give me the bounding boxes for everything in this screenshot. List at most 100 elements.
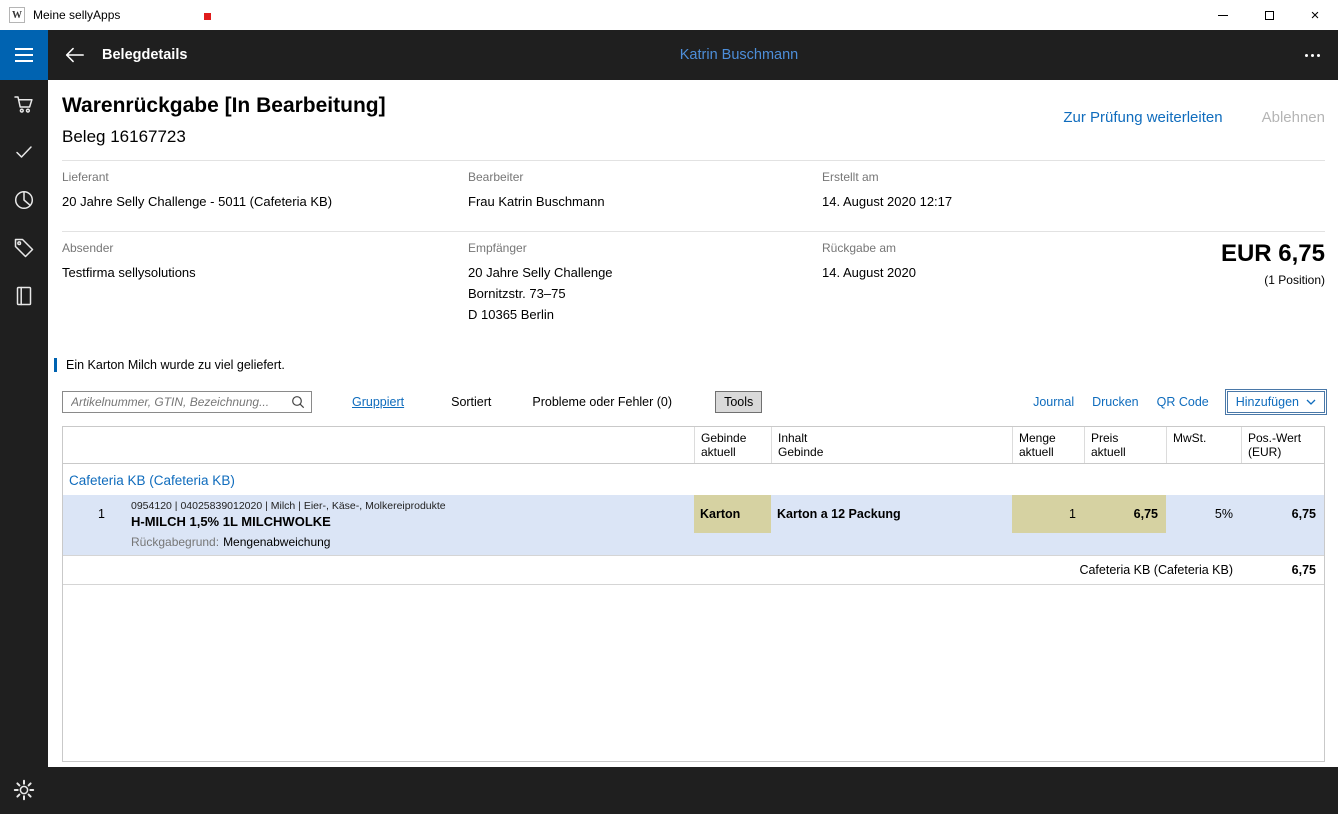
document-number: Beleg 16167723 [62,127,186,146]
gebinde-cell: Karton [694,495,771,533]
field-value: 20 Jahre Selly Challenge - 5011 (Cafeter… [62,194,333,209]
sidebar-item-approvals[interactable] [12,140,36,164]
field-lieferant: Lieferant 20 Jahre Selly Challenge - 501… [62,170,468,212]
add-label: Hinzufügen [1235,395,1299,409]
field-value-line: 20 Jahre Selly Challenge [468,265,613,280]
cart-icon [14,96,33,113]
menge-cell: 1 [1012,495,1084,533]
position-count: (1 Position) [1264,273,1325,287]
minimize-button[interactable] [1200,0,1246,30]
preis-cell: 6,75 [1084,495,1166,533]
reject-button[interactable]: Ablehnen [1262,109,1325,126]
pos-wert-cell: 6,75 [1291,507,1316,521]
total-amount: EUR 6,75 [1220,240,1325,267]
summary-value: 6,75 [1291,563,1316,577]
col-header-blank [63,427,113,463]
row-index: 1 [98,507,105,521]
sidebar-item-orders[interactable] [12,92,36,116]
sidebar-item-catalog[interactable] [12,284,36,308]
field-label: Bearbeiter [468,170,524,184]
window-title: Meine sellyApps [33,8,121,22]
col-header-inhalt[interactable]: Inhalt Gebinde [771,427,1012,463]
sidebar-nav [0,80,48,814]
print-link[interactable]: Drucken [1092,395,1139,409]
forward-for-review-button[interactable]: Zur Prüfung weiterleiten [1063,109,1222,126]
field-absender: Absender Testfirma sellysolutions [62,241,468,325]
pie-chart-icon [14,190,34,210]
col-header-menge[interactable]: Menge aktuell [1012,427,1084,463]
hamburger-menu-button[interactable] [0,30,48,80]
more-options-button[interactable] [1301,48,1324,63]
app-header: Belegdetails Katrin Buschmann [0,30,1338,80]
document-note: Ein Karton Milch wurde zu viel geliefert… [54,358,1325,372]
window-titlebar: W Meine sellyApps × [0,0,1338,30]
ellipsis-icon [1305,54,1308,57]
qr-code-link[interactable]: QR Code [1157,395,1209,409]
close-button[interactable]: × [1292,0,1338,30]
field-label: Empfänger [468,241,527,255]
sorted-toggle[interactable]: Sortiert [451,395,491,409]
field-value-line: Bornitzstr. 73–75 [468,286,566,301]
col-header-gebinde[interactable]: Gebinde aktuell [694,427,771,463]
sidebar-item-statistics[interactable] [12,188,36,212]
note-text: Ein Karton Milch wurde zu viel geliefert… [66,358,285,372]
document-total: EUR 6,75 (1 Position) [1221,240,1325,287]
article-meta: 0954120 | 04025839012020 | Milch | Eier-… [131,499,446,512]
note-accent-bar [54,358,57,372]
minimize-icon [1218,14,1228,16]
field-erstellt-am: Erstellt am 14. August 2020 12:17 [822,170,1325,212]
group-summary-row: Cafeteria KB (Cafeteria KB) 6,75 [63,555,1324,585]
field-empfaenger: Empfänger 20 Jahre Selly Challenge Borni… [468,241,822,325]
back-button[interactable] [59,40,89,70]
field-value: 14. August 2020 12:17 [822,194,953,209]
sidebar-item-offers[interactable] [12,236,36,260]
close-icon: × [1310,6,1320,24]
article-cell: 0954120 | 04025839012020 | Milch | Eier-… [113,495,694,533]
field-label: Lieferant [62,170,109,184]
positions-toolbar: Gruppiert Sortiert Probleme oder Fehler … [62,389,1328,415]
return-reason-row: Rückgabegrund: Mengenabweichung [63,533,1324,555]
table-row[interactable]: 1 0954120 | 04025839012020 | Milch | Eie… [63,495,1324,533]
grouped-toggle[interactable]: Gruppiert [352,395,404,409]
hamburger-icon [15,48,33,50]
sidebar-item-settings[interactable] [12,778,36,802]
tag-icon [14,238,34,258]
chevron-down-icon [1306,399,1316,405]
return-reason-value: Mengenabweichung [223,535,331,549]
field-value: Frau Katrin Buschmann [468,194,605,209]
current-user: Katrin Buschmann [679,47,799,63]
window-controls: × [1200,0,1338,30]
positions-table: Gebinde aktuell Inhalt Gebinde Menge akt… [62,426,1325,762]
article-name: H-MILCH 1,5% 1L MILCHWOLKE [131,513,331,529]
mwst-cell: 5% [1214,507,1233,521]
field-value-line: D 10365 Berlin [468,307,554,322]
document-title: Warenrückgabe [In Bearbeitung] [62,94,386,117]
app-icon: W [9,7,25,23]
check-icon [16,146,32,158]
back-arrow-icon [65,47,84,63]
inhalt-cell: Karton a 12 Packung [777,507,901,521]
search-box [62,391,312,413]
tools-button[interactable]: Tools [715,391,763,413]
table-empty-area [63,585,1324,761]
field-value: Testfirma sellysolutions [62,265,196,280]
journal-link[interactable]: Journal [1033,395,1074,409]
maximize-button[interactable] [1246,0,1292,30]
col-header-pos-wert[interactable]: Pos.-Wert (EUR) [1241,427,1324,463]
return-reason-label: Rückgabegrund: [131,535,220,549]
group-header-row[interactable]: Cafeteria KB (Cafeteria KB) [63,464,1324,495]
col-header-preis[interactable]: Preis aktuell [1084,427,1166,463]
add-dropdown-button[interactable]: Hinzufügen [1224,389,1328,415]
summary-label: Cafeteria KB (Cafeteria KB) [1079,563,1233,577]
table-header-row: Gebinde aktuell Inhalt Gebinde Menge akt… [63,427,1324,464]
settings-icon [13,779,35,801]
search-icon[interactable] [291,395,305,409]
col-header-mwst[interactable]: MwSt. [1166,427,1241,463]
field-label: Absender [62,241,114,255]
search-input[interactable] [71,395,291,409]
field-label: Erstellt am [822,170,879,184]
problems-filter[interactable]: Probleme oder Fehler (0) [532,395,672,409]
notification-dot [204,12,212,20]
maximize-icon [1264,10,1274,20]
bottom-bar [48,767,1338,814]
